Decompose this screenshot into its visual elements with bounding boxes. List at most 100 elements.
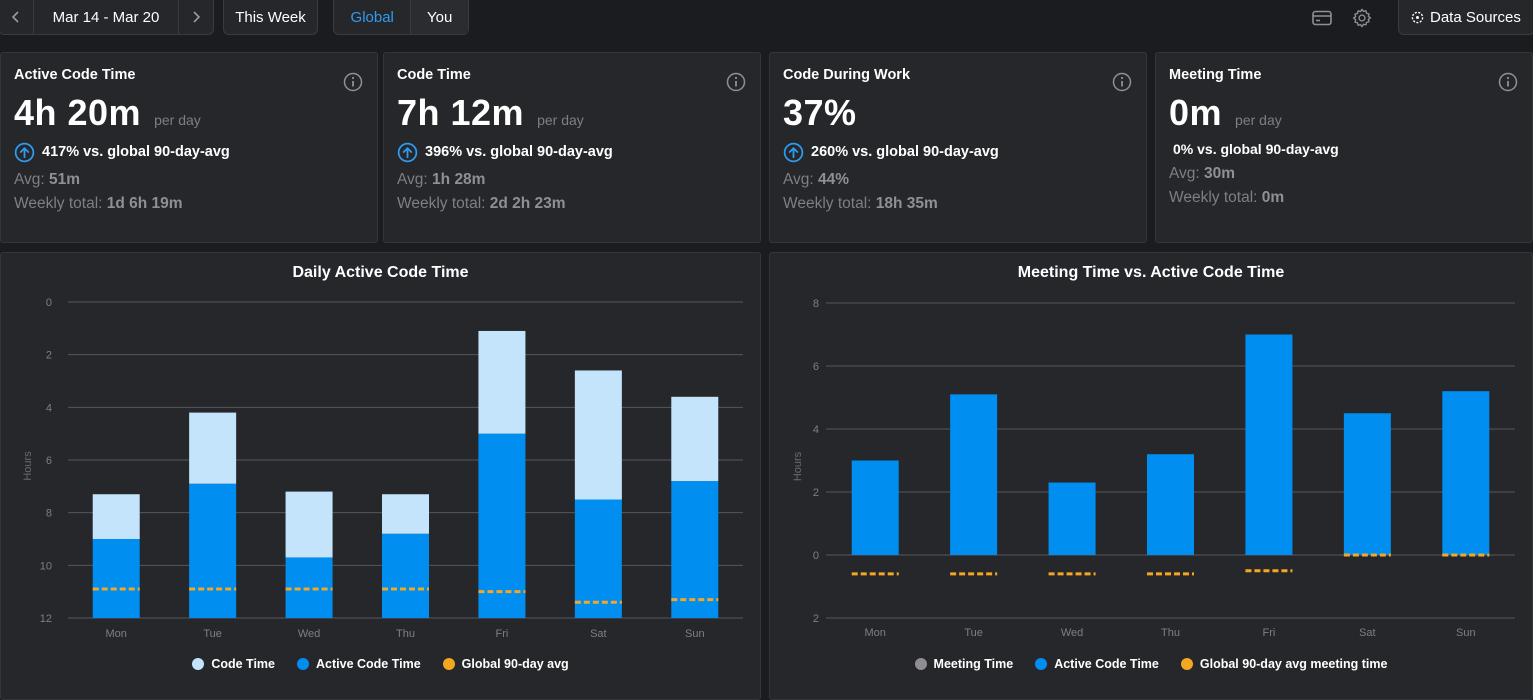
data-sources-button[interactable]: Data Sources <box>1398 0 1533 35</box>
legend-item-global-avg-meeting[interactable]: Global 90-day avg meeting time <box>1180 657 1388 671</box>
prev-week-button[interactable] <box>0 0 33 34</box>
card-title: Code Time <box>397 67 471 83</box>
info-icon[interactable] <box>343 72 363 92</box>
weekly-label: Weekly total: <box>397 195 490 212</box>
daily-active-code-time-chart: 0 2 4 6 8 10 12 Hours Mon Tue Wed Thu Fri Sat Sun <box>22 297 743 640</box>
y-tick-label: 0 <box>813 550 819 562</box>
per-day-label: per day <box>537 112 584 128</box>
legend-swatch <box>1180 658 1193 670</box>
comparison-text: 417% vs. global 90-day-avg <box>42 144 230 160</box>
legend-swatch <box>192 658 205 670</box>
billing-button[interactable] <box>1310 6 1334 30</box>
card-title: Active Code Time <box>14 67 136 83</box>
card-value: 4h 20m <box>14 92 142 133</box>
x-tick-label: Sat <box>1359 627 1376 639</box>
tab-global[interactable]: Global <box>334 0 410 34</box>
x-tick-label: Fri <box>1263 627 1276 639</box>
chart-legend: Code Time Active Code Time Global 90-day… <box>1 657 760 671</box>
avg-label: Avg: <box>14 171 50 188</box>
legend-item-active-code-time[interactable]: Active Code Time <box>1035 657 1159 671</box>
data-sources-icon <box>1411 11 1424 23</box>
legend-swatch <box>442 658 455 670</box>
date-range[interactable]: Mar 14 - Mar 20 <box>34 0 178 34</box>
legend-label: Global 90-day avg meeting time <box>1199 657 1388 671</box>
legend-label: Global 90-day avg <box>461 657 569 671</box>
comparison-text: 260% vs. global 90-day-avg <box>811 144 999 160</box>
this-week-label: This Week <box>235 8 306 26</box>
legend-label: Active Code Time <box>1054 657 1159 671</box>
bar-active-code-time <box>574 499 622 618</box>
date-navigator: Mar 14 - Mar 20 <box>0 0 214 35</box>
weekly-value: 0m <box>1261 189 1285 206</box>
y-tick-label: 8 <box>46 508 52 520</box>
tab-you[interactable]: You <box>411 0 468 34</box>
arrow-up-circle-icon <box>783 142 804 162</box>
bar-code-time <box>671 396 719 482</box>
this-week-button[interactable]: This Week <box>223 0 318 35</box>
x-tick-label: Wed <box>298 628 320 640</box>
bar-active-code-time <box>950 394 998 555</box>
legend-swatch <box>1035 658 1048 670</box>
bar-code-time <box>189 412 237 484</box>
bar-active-code-time <box>851 460 899 555</box>
comparison-text: 396% vs. global 90-day-avg <box>425 144 613 160</box>
daily-active-code-time-panel: Daily Active Code Time 0 2 4 6 8 10 12 Hours Mon… <box>0 252 761 700</box>
weekly-value: 18h 35m <box>875 195 938 212</box>
bar-code-time <box>574 370 622 500</box>
legend-item-meeting-time[interactable]: Meeting Time <box>914 657 1014 671</box>
x-tick-label: Wed <box>1061 627 1083 639</box>
y-tick-label: 0 <box>46 297 52 309</box>
y-tick-label: 2 <box>813 613 819 625</box>
x-tick-label: Mon <box>106 628 127 640</box>
avg-value: 30m <box>1204 165 1236 182</box>
x-tick-label: Sun <box>1456 627 1476 639</box>
info-icon[interactable] <box>1498 72 1518 92</box>
bar-code-time <box>478 330 526 434</box>
settings-button[interactable] <box>1350 6 1374 30</box>
meeting-vs-active-chart: 8 6 4 2 0 2 Hours Mon Tue Wed Thu Fri Sat Sun <box>792 298 1515 639</box>
card-meeting-time: Meeting Time 0m per day 0% vs. global 90-… <box>1155 52 1533 243</box>
info-icon[interactable] <box>726 72 746 92</box>
weekly-label: Weekly total: <box>783 195 876 212</box>
avg-label: Avg: <box>783 171 819 188</box>
bar-active-code-time <box>1245 334 1293 555</box>
chevron-left-icon <box>11 11 19 23</box>
bar-code-time <box>382 494 429 534</box>
weekly-label: Weekly total: <box>14 195 107 212</box>
legend-item-global-avg[interactable]: Global 90-day avg <box>442 657 569 671</box>
x-tick-label: Sat <box>590 628 607 640</box>
y-axis-label: Hours <box>22 451 34 481</box>
y-tick-label: 6 <box>813 361 819 373</box>
per-day-label: per day <box>1235 112 1282 128</box>
x-tick-label: Tue <box>964 627 983 639</box>
avg-value: 51m <box>49 171 81 188</box>
y-tick-label: 12 <box>40 613 52 625</box>
card-code-time: Code Time 7h 12m per day 396% vs. global … <box>383 52 761 243</box>
y-tick-label: 8 <box>813 298 819 310</box>
card-value: 7h 12m <box>397 92 525 133</box>
card-value: 37% <box>783 92 857 133</box>
legend-item-code-time[interactable]: Code Time <box>192 657 275 671</box>
weekly-value: 2d 2h 23m <box>489 195 566 212</box>
weekly-value: 1d 6h 19m <box>106 195 183 212</box>
x-tick-label: Fri <box>496 628 509 640</box>
next-week-button[interactable] <box>179 0 213 34</box>
card-title: Meeting Time <box>1169 67 1262 83</box>
x-tick-label: Tue <box>203 628 222 640</box>
bar-active-code-time <box>1147 454 1194 555</box>
legend-label: Code Time <box>211 657 275 671</box>
arrow-up-circle-icon <box>14 142 35 162</box>
info-icon[interactable] <box>1112 72 1132 92</box>
y-tick-label: 2 <box>46 350 52 362</box>
legend-swatch <box>297 658 309 670</box>
avg-value: 44% <box>818 171 850 188</box>
bar-active-code-time <box>1343 413 1391 555</box>
chart-legend: Meeting Time Active Code Time Global 90-… <box>770 657 1532 671</box>
bar-active-code-time <box>382 533 429 618</box>
legend-item-active-code-time[interactable]: Active Code Time <box>297 657 421 671</box>
per-day-label: per day <box>154 112 201 128</box>
legend-label: Meeting Time <box>933 657 1014 671</box>
avg-value: 1h 28m <box>432 171 486 188</box>
y-axis-label: Hours <box>792 451 804 481</box>
bar-code-time <box>285 491 333 558</box>
